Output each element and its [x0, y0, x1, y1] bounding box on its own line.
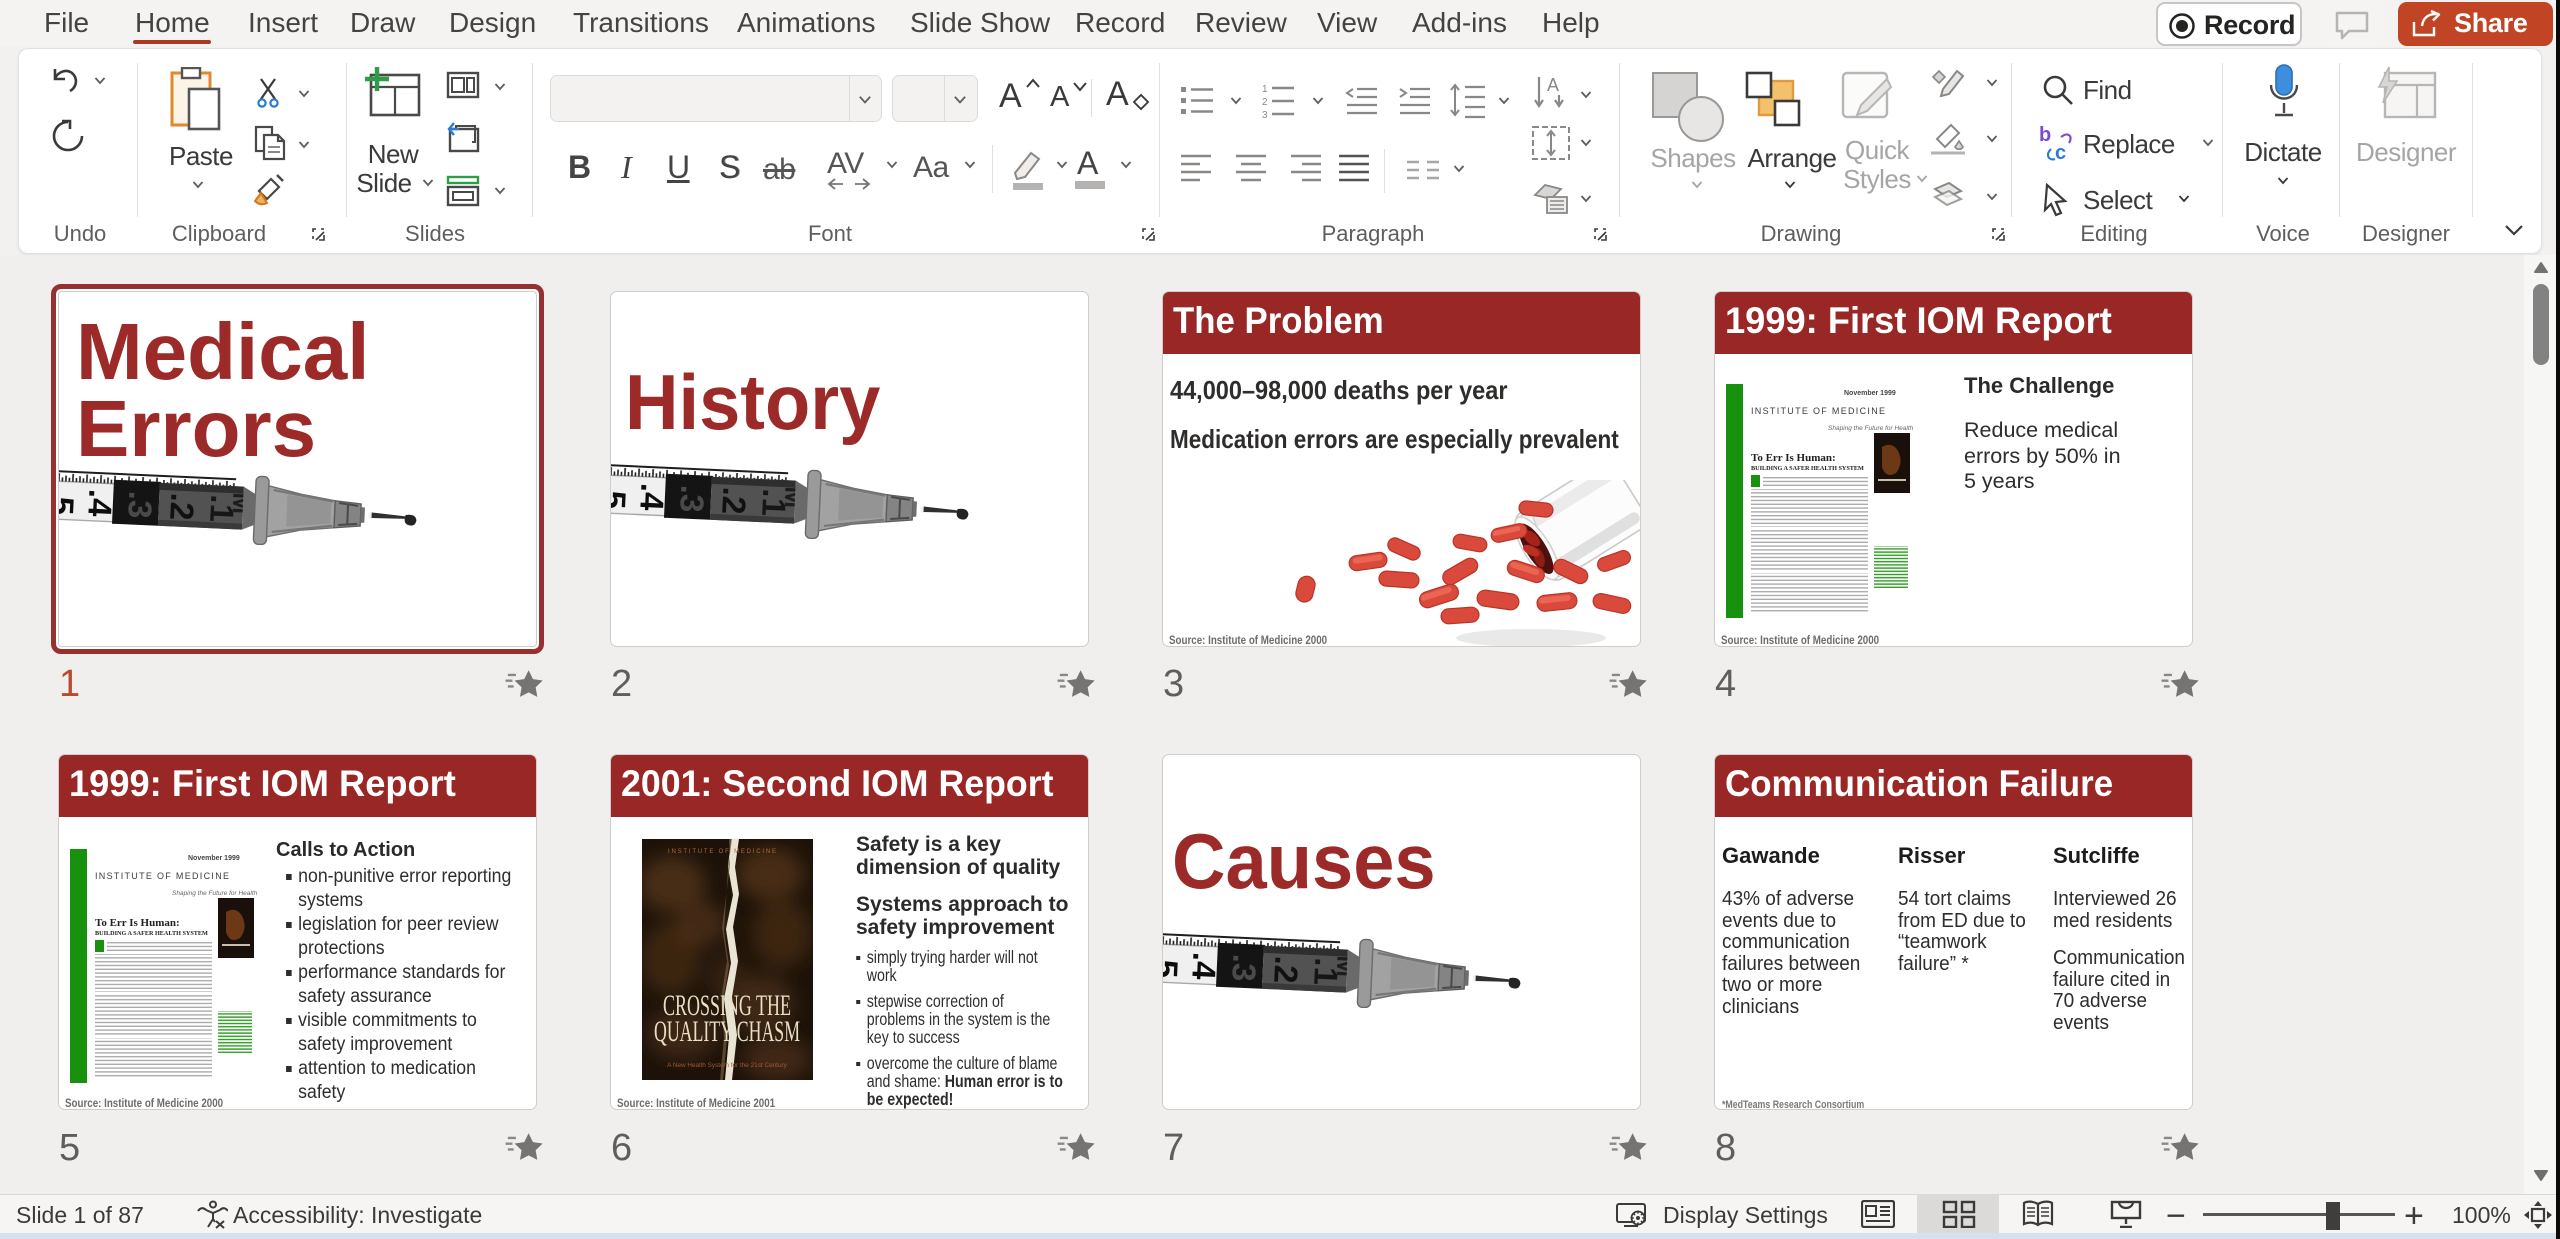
svg-text:b: b	[2039, 125, 2051, 146]
svg-text:2: 2	[1262, 97, 1268, 108]
svg-text:1: 1	[1262, 84, 1268, 95]
svg-text:c: c	[2055, 142, 2066, 163]
svg-text:3: 3	[1262, 110, 1268, 119]
svg-text:A: A	[1547, 75, 1559, 95]
